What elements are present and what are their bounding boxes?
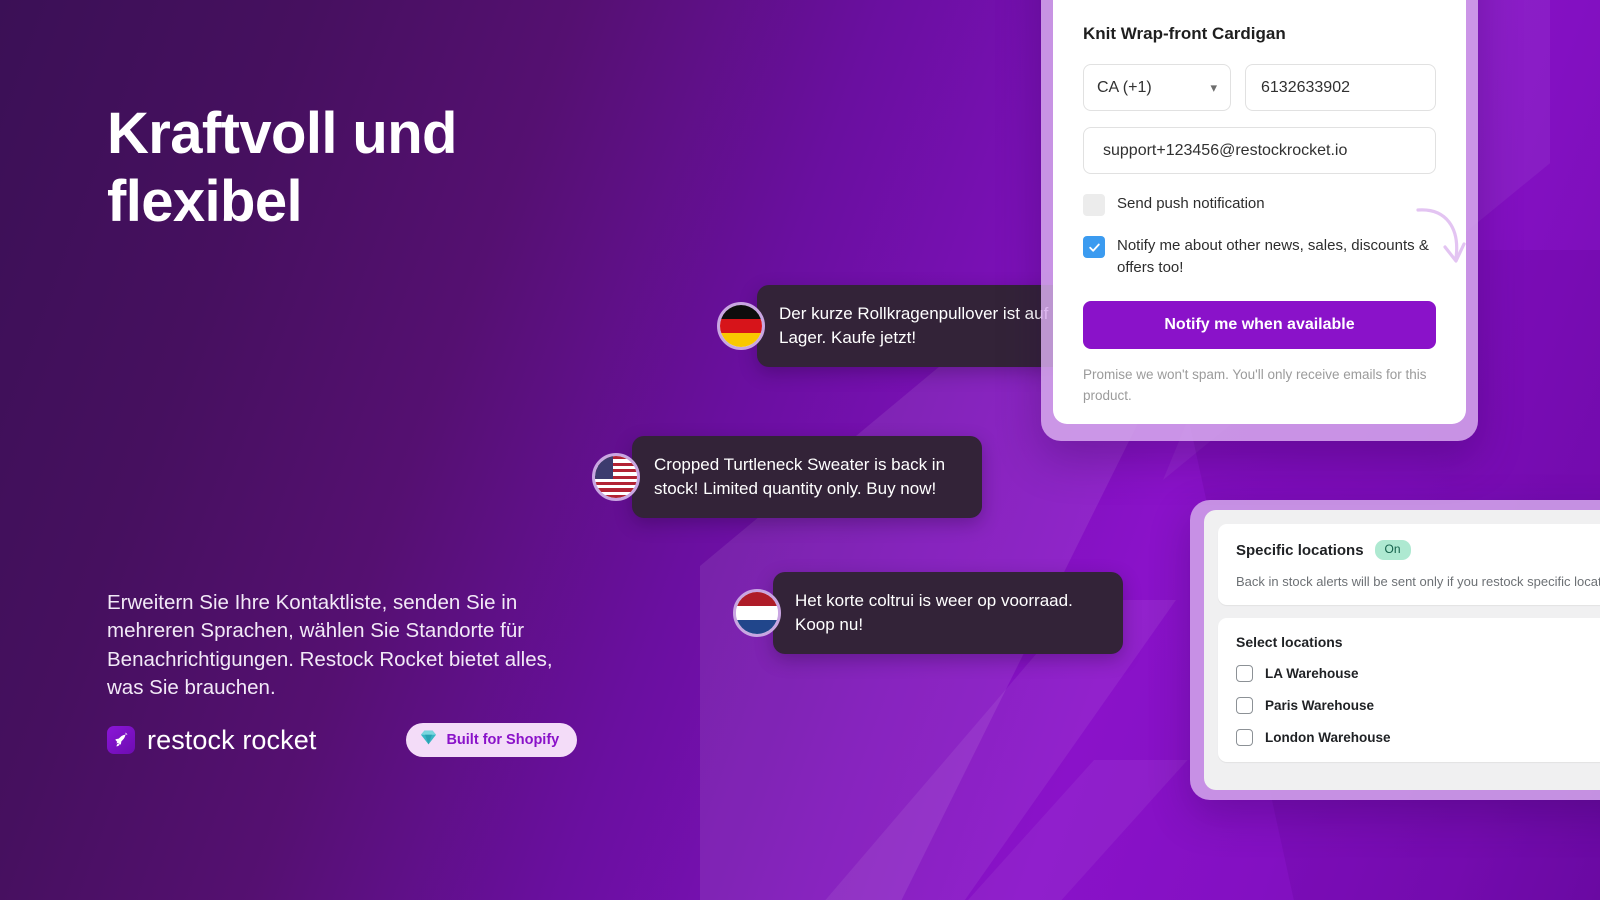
country-code-select[interactable]: CA (+1) ▾ (1083, 64, 1231, 112)
marketing-optin-row[interactable]: Notify me about other news, sales, disco… (1083, 235, 1436, 279)
select-locations-title: Select locations (1236, 634, 1343, 650)
select-locations-panel: Select locations LA Warehouse Paris Ware… (1218, 618, 1600, 762)
location-checkbox-paris[interactable] (1236, 697, 1253, 714)
toast-message: Der kurze Rollkragenpullover ist auf Lag… (757, 285, 1087, 368)
toast-message: Het korte coltrui is weer op voorraad. K… (773, 572, 1123, 655)
brand-row: restock rocket Built for Shopify (107, 723, 578, 757)
notification-toast-us: Cropped Turtleneck Sweater is back in st… (592, 436, 982, 519)
brand-name: restock rocket (147, 724, 317, 755)
subscribe-card-frame: address below! Knit Wrap-front Cardigan … (1041, 0, 1478, 441)
specific-locations-title: Specific locations (1236, 541, 1364, 559)
notification-toast-nl: Het korte coltrui is weer op voorraad. K… (733, 572, 1123, 655)
location-label: LA Warehouse (1265, 666, 1359, 681)
list-item[interactable]: LA Warehouse (1236, 665, 1600, 682)
email-input[interactable]: support+123456@restockrocket.io (1083, 127, 1436, 175)
toast-message: Cropped Turtleneck Sweater is back in st… (632, 436, 982, 519)
brand-lockup: restock rocket (107, 725, 316, 756)
notify-when-available-button[interactable]: Notify me when available (1083, 301, 1436, 350)
location-checkbox-la[interactable] (1236, 665, 1253, 682)
country-code-value: CA (+1) (1097, 78, 1152, 96)
push-notification-row[interactable]: Send push notification (1083, 193, 1436, 217)
status-badge: On (1374, 540, 1411, 560)
hero-section: Kraftvoll und flexibel Erweitern Sie Ihr… (0, 0, 1600, 900)
phone-input[interactable]: 6132633902 (1245, 64, 1436, 112)
marketing-optin-label: Notify me about other news, sales, disco… (1117, 237, 1429, 277)
hero-description: Erweitern Sie Ihre Kontaktliste, senden … (107, 591, 553, 699)
specific-locations-header: Specific locations On (1236, 540, 1600, 560)
rocket-icon (107, 726, 135, 754)
location-label: London Warehouse (1265, 730, 1391, 745)
list-item[interactable]: Paris Warehouse (1236, 697, 1600, 714)
promise-text: Promise we won't spam. You'll only recei… (1083, 367, 1427, 404)
flag-united-states-icon (592, 453, 640, 502)
built-for-shopify-label: Built for Shopify (446, 732, 560, 748)
location-label: Paris Warehouse (1265, 698, 1375, 713)
specific-locations-description: Back in stock alerts will be sent only i… (1236, 574, 1600, 589)
subscribe-form-card: address below! Knit Wrap-front Cardigan … (1053, 0, 1466, 424)
phone-field-row: CA (+1) ▾ 6132633902 (1083, 64, 1436, 112)
push-notification-checkbox[interactable] (1083, 194, 1105, 217)
specific-locations-panel: Specific locations On Back in stock aler… (1218, 524, 1600, 605)
locations-card-frame: Specific locations On Back in stock aler… (1190, 500, 1600, 800)
chevron-down-icon: ▾ (1210, 80, 1217, 96)
marketing-optin-checkbox[interactable] (1083, 236, 1105, 259)
page-title: Kraftvoll und flexibel (107, 101, 457, 235)
notification-toast-de: Der kurze Rollkragenpullover ist auf Lag… (717, 285, 1087, 368)
locations-card: Specific locations On Back in stock aler… (1204, 510, 1600, 790)
hero-text-block: Kraftvoll und flexibel (107, 100, 667, 237)
built-for-shopify-badge: Built for Shopify (406, 723, 578, 757)
subscribe-intro-text: address below! (1083, 0, 1436, 2)
list-item[interactable]: London Warehouse (1236, 729, 1600, 746)
location-checkbox-london[interactable] (1236, 729, 1253, 746)
diamond-gem-icon (420, 730, 437, 750)
flag-netherlands-icon (733, 589, 781, 638)
flag-germany-icon (717, 302, 765, 351)
push-notification-label: Send push notification (1117, 195, 1265, 213)
product-title: Knit Wrap-front Cardigan (1083, 24, 1286, 44)
